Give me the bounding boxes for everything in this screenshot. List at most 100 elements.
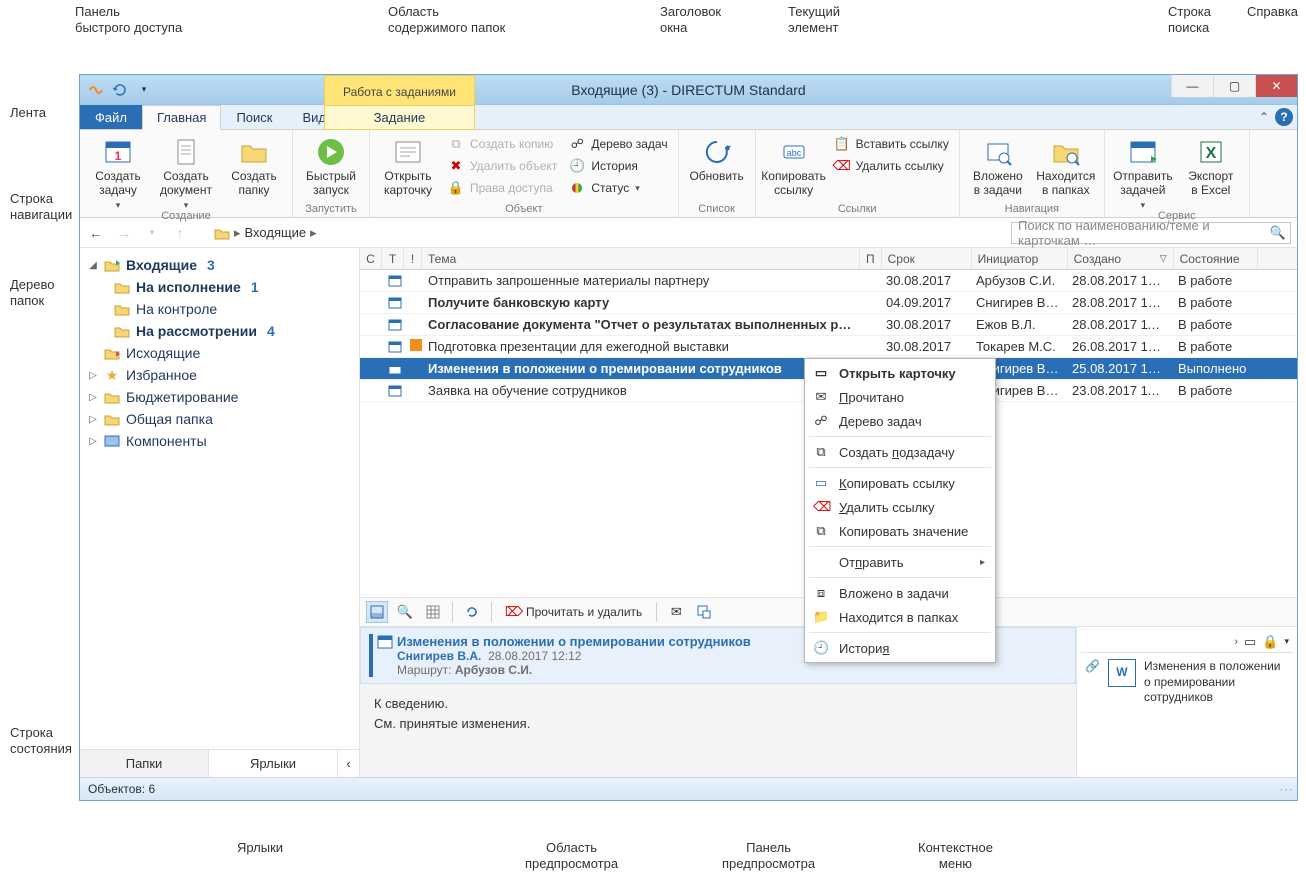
status-button[interactable]: Статус	[565, 178, 671, 198]
refresh-icon[interactable]	[110, 80, 130, 100]
history-button[interactable]: 🕘История	[565, 156, 671, 176]
resize-grip-icon[interactable]: ⋰	[1278, 782, 1291, 795]
task-tree-button[interactable]: ☍Дерево задач	[565, 134, 671, 154]
qat-dropdown-icon[interactable]: ▾	[134, 80, 154, 100]
lock-icon: 🔒	[448, 180, 464, 196]
minimize-button[interactable]: —	[1171, 75, 1213, 97]
ctx-copy-link[interactable]: ▭Копировать ссылку	[805, 471, 995, 495]
quick-run-button[interactable]: Быстрый запуск	[299, 132, 363, 198]
create-folder-button[interactable]: Создать папку	[222, 132, 286, 210]
pt-envelope-icon[interactable]: ✉	[665, 601, 687, 623]
col-t[interactable]: Т	[382, 248, 404, 269]
maximize-button[interactable]: ▢	[1213, 75, 1255, 97]
contextual-group-title: Работа с заданиями	[325, 76, 474, 105]
attachment-item[interactable]: 🔗 W Изменения в положении о премировании…	[1081, 653, 1293, 712]
in-folders-button[interactable]: Находится в папках	[1034, 132, 1098, 198]
table-row[interactable]: Согласование документа "Отчет о результа…	[360, 314, 1297, 336]
ctx-in-tasks[interactable]: ⧈Вложено в задачи	[805, 581, 995, 605]
pt-grid-icon[interactable]	[422, 601, 444, 623]
callout-nav: Строка навигации	[10, 191, 72, 224]
table-row[interactable]: Отправить запрошенные материалы партнеру…	[360, 270, 1297, 292]
breadcrumb[interactable]: ▸ Входящие ▸	[214, 225, 317, 241]
delete-link-button[interactable]: ⌫Удалить ссылку	[830, 156, 953, 176]
pt-refresh-icon[interactable]	[461, 601, 483, 623]
table-row[interactable]: Подготовка презентации для ежегодной выс…	[360, 336, 1297, 358]
pt-search-icon[interactable]: 🔍	[394, 601, 416, 623]
send-task-button[interactable]: Отправить задачей	[1111, 132, 1175, 210]
task-type-icon	[388, 318, 398, 332]
tree-components[interactable]: ▷ Компоненты	[84, 430, 355, 452]
refresh-button[interactable]: Обновить	[685, 132, 749, 184]
col-p[interactable]: П	[860, 248, 882, 269]
create-task-button[interactable]: 1 Создать задачу	[86, 132, 150, 210]
search-input[interactable]: Поиск по наименованию/теме и карточкам ……	[1011, 222, 1291, 244]
col-c[interactable]: С	[360, 248, 382, 269]
ctx-history[interactable]: 🕘История	[805, 636, 995, 660]
tab-file[interactable]: Файл	[80, 105, 142, 129]
paste-link-button[interactable]: 📋Вставить ссылку	[830, 134, 953, 154]
tree-budget[interactable]: ▷ Бюджетирование	[84, 386, 355, 408]
card-icon: ▭	[813, 365, 829, 381]
col-i[interactable]: !	[404, 248, 422, 269]
ctx-create-subtask[interactable]: ⧉Создать подзадачу	[805, 440, 995, 464]
col-created[interactable]: Создано▽	[1068, 248, 1174, 269]
col-initiator[interactable]: Инициатор	[972, 248, 1068, 269]
tab-task[interactable]: Задание	[325, 105, 474, 129]
subfolder-icon	[114, 279, 130, 295]
task-type-icon	[388, 274, 398, 288]
create-document-button[interactable]: Создать документ	[154, 132, 218, 210]
ctx-read[interactable]: ✉Прочитано	[805, 385, 995, 409]
pr-more-icon[interactable]: ▾	[1284, 636, 1289, 647]
breadcrumb-item[interactable]: Входящие	[245, 225, 307, 240]
col-date[interactable]: Срок	[882, 248, 972, 269]
pt-subtask-icon[interactable]	[693, 601, 715, 623]
tree-favorites[interactable]: ▷ ★ Избранное	[84, 364, 355, 386]
ctx-delete-link[interactable]: ⌫Удалить ссылку	[805, 495, 995, 519]
document-icon	[170, 136, 202, 168]
pr-expand-icon[interactable]: ›	[1234, 636, 1238, 648]
pt-preview-icon[interactable]	[366, 601, 388, 623]
ctx-task-tree[interactable]: ☍Дерево задач	[805, 409, 995, 433]
tree-inbox-child[interactable]: На исполнение1	[110, 276, 355, 298]
callout-context-menu: Контекстное меню	[918, 840, 993, 873]
export-excel-button[interactable]: X Экспорт в Excel	[1179, 132, 1243, 210]
tab-home[interactable]: Главная	[142, 105, 221, 130]
open-card-button[interactable]: Открыть карточку	[376, 132, 440, 198]
svg-text:X: X	[1205, 145, 1216, 162]
in-tasks-button[interactable]: Вложено в задачи	[966, 132, 1030, 198]
tree-shared[interactable]: ▷ Общая папка	[84, 408, 355, 430]
nav-up-icon[interactable]: ↑	[170, 223, 190, 243]
tree-inbox-child[interactable]: На контроле	[110, 298, 355, 320]
copy-link-button[interactable]: abc Копировать ссылку	[762, 132, 826, 198]
bottom-tab-labels[interactable]: Ярлыки	[209, 750, 337, 777]
ctx-send[interactable]: Отправить▸	[805, 550, 995, 574]
col-subject[interactable]: Тема	[422, 248, 860, 269]
ctx-copy-value[interactable]: ⧉Копировать значение	[805, 519, 995, 543]
callout-help: Справка	[1247, 4, 1298, 20]
nav-back-icon[interactable]: ←	[86, 223, 106, 243]
create-copy-button[interactable]: ⧉Создать копию	[444, 134, 561, 154]
pt-read-delete[interactable]: ⌦Прочитать и удалить	[500, 601, 648, 623]
table-row[interactable]: Получите банковскую карту04.09.2017Сниги…	[360, 292, 1297, 314]
folder-icon	[104, 389, 120, 405]
tree-inbox-child[interactable]: На рассмотрении4	[110, 320, 355, 342]
tab-search[interactable]: Поиск	[221, 105, 287, 129]
delete-object-button[interactable]: ✖Удалить объект	[444, 156, 561, 176]
tree-outbox[interactable]: Исходящие	[84, 342, 355, 364]
tree-inbox[interactable]: ◢ Входящие 3	[84, 254, 355, 276]
collapse-ribbon-icon[interactable]: ⌃	[1259, 110, 1269, 124]
ctx-open-card[interactable]: ▭Открыть карточку	[805, 361, 995, 385]
pr-lock-icon[interactable]: 🔒	[1262, 634, 1278, 650]
ctx-in-folders[interactable]: 📁Находится в папках	[805, 605, 995, 629]
close-button[interactable]: ✕	[1255, 75, 1297, 97]
help-icon[interactable]: ?	[1275, 108, 1293, 126]
app-logo-icon[interactable]	[86, 80, 106, 100]
access-rights-button[interactable]: 🔒Права доступа	[444, 178, 561, 198]
bottom-tab-folders[interactable]: Папки	[80, 750, 209, 777]
pr-doc-icon[interactable]: ▭	[1244, 634, 1256, 650]
bottom-tab-collapse-icon[interactable]: ‹	[337, 750, 359, 777]
nav-forward-icon[interactable]: →	[114, 223, 134, 243]
col-state[interactable]: Состояние	[1174, 248, 1258, 269]
search-icon[interactable]: 🔍	[1270, 225, 1286, 241]
nav-history-icon[interactable]: ▾	[142, 223, 162, 243]
